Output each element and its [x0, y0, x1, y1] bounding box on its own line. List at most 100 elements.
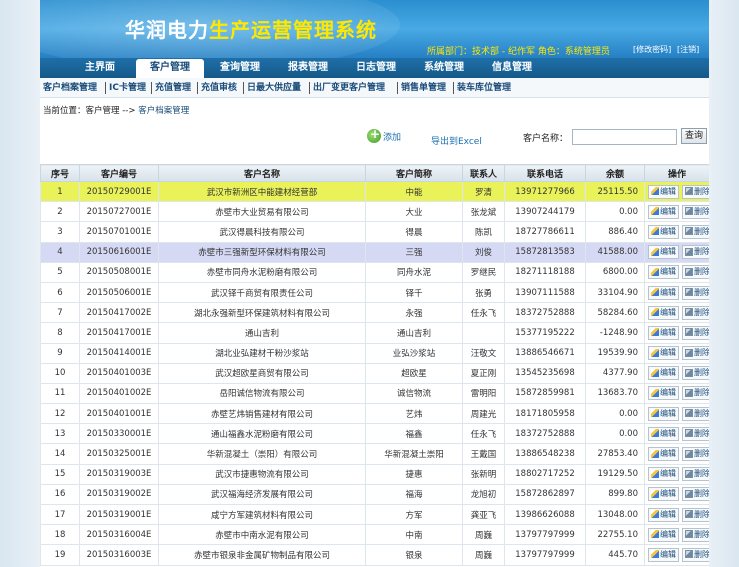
customer-name-search-input[interactable]: [572, 129, 677, 145]
delete-icon: [685, 187, 693, 196]
cell-code: 20150316004E: [79, 524, 159, 546]
logout-link[interactable]: [注销]: [677, 44, 699, 55]
cell-ops: 编辑 删除: [644, 342, 709, 364]
delete-button[interactable]: 删除: [682, 406, 709, 421]
edit-button[interactable]: 编辑: [648, 305, 679, 320]
edit-button[interactable]: 编辑: [648, 527, 679, 542]
edit-button[interactable]: 编辑: [648, 386, 679, 401]
edit-label: 编辑: [660, 489, 676, 499]
table-row[interactable]: 4 20150616001E 赤壁市三强新型环保材料有限公司 三强 刘俊 15872813…: [40, 241, 709, 263]
delete-button[interactable]: 删除: [682, 224, 709, 239]
delete-button[interactable]: 删除: [682, 325, 709, 340]
export-excel-link[interactable]: 导出到Excel: [431, 134, 482, 147]
delete-button[interactable]: 删除: [682, 507, 709, 522]
nav-item-log[interactable]: 日志管理: [344, 58, 408, 78]
cell-contact: 任永飞: [462, 423, 505, 445]
subnav-max-supply[interactable]: 日最大供应量: [247, 81, 301, 95]
subnav-sales-order[interactable]: 销售单管理: [401, 81, 446, 95]
edit-button[interactable]: 编辑: [648, 547, 679, 562]
table-row[interactable]: 7 20150417002E 湖北永强新型环保建筑材料有限公司 永强 任永飞 183727…: [40, 302, 709, 324]
delete-icon: [685, 489, 693, 498]
table-row[interactable]: 5 20150508001E 赤壁市同舟水泥粉磨有限公司 同舟水泥 罗继民 1827111…: [40, 261, 709, 283]
subnav-factory-change[interactable]: 出厂变更客户管理: [313, 81, 385, 95]
table-header-row: 序号 客户编号 客户名称 客户简称 联系人 联系电话 余额 操作: [40, 164, 709, 182]
nav-item-info[interactable]: 信息管理: [480, 58, 544, 78]
delete-button[interactable]: 删除: [682, 467, 709, 482]
search-button[interactable]: 查询: [681, 128, 707, 144]
table-row[interactable]: 1 20150729001E 武汉市新洲区中能建材经营部 中能 罗清 1397127796…: [40, 180, 709, 203]
edit-button[interactable]: 编辑: [648, 265, 679, 280]
subnav-ic-card[interactable]: IC卡管理: [109, 81, 146, 95]
edit-button[interactable]: 编辑: [648, 426, 679, 441]
delete-button[interactable]: 删除: [682, 366, 709, 381]
nav-item-report[interactable]: 报表管理: [276, 58, 340, 78]
edit-button[interactable]: 编辑: [648, 346, 679, 361]
subnav-customer-archive[interactable]: 客户档案管理: [43, 81, 97, 95]
customer-table: 序号 客户编号 客户名称 客户简称 联系人 联系电话 余额 操作 1 20150729001E 武…: [40, 164, 709, 566]
cell-contact: 周巍: [462, 524, 505, 546]
edit-button[interactable]: 编辑: [648, 467, 679, 482]
delete-button[interactable]: 删除: [682, 265, 709, 280]
edit-button[interactable]: 编辑: [648, 245, 679, 260]
cell-ops: 编辑 删除: [644, 423, 709, 445]
subnav-recharge-audit[interactable]: 充值审核: [201, 81, 237, 95]
delete-label: 删除: [694, 549, 709, 559]
table-row[interactable]: 19 20150316003E 赤壁市银泉非金属矿物制品有限公司 银泉 周巍 137977…: [40, 544, 709, 566]
subnav-recharge[interactable]: 充值管理: [155, 81, 191, 95]
table-row[interactable]: 16 20150319002E 武汉福海经济发展有限公司 福海 龙旭初 158728628…: [40, 483, 709, 506]
delete-button[interactable]: 删除: [682, 305, 709, 320]
delete-button[interactable]: 删除: [682, 285, 709, 300]
edit-button[interactable]: 编辑: [648, 224, 679, 239]
edit-button[interactable]: 编辑: [648, 406, 679, 421]
delete-button[interactable]: 删除: [682, 245, 709, 260]
delete-button[interactable]: 删除: [682, 447, 709, 462]
change-password-link[interactable]: [修改密码]: [633, 44, 671, 55]
table-row[interactable]: 18 20150316004E 赤壁市中南水泥有限公司 中南 周巍 13797797999…: [40, 524, 709, 546]
cell-phone: 18727786611: [504, 221, 586, 243]
edit-button[interactable]: 编辑: [648, 507, 679, 522]
edit-button[interactable]: 编辑: [648, 366, 679, 381]
edit-button[interactable]: 编辑: [648, 447, 679, 462]
delete-button[interactable]: 删除: [682, 184, 709, 199]
table-row[interactable]: 3 20150701001E 武汉得晨科技有限公司 得晨 陈凯 18727786611 88…: [40, 221, 709, 243]
nav-item-system[interactable]: 系统管理: [412, 58, 476, 78]
table-row[interactable]: 13 20150330001E 通山福鑫水泥粉磨有限公司 福鑫 任永飞 183727528…: [40, 423, 709, 445]
edit-button[interactable]: 编辑: [648, 204, 679, 219]
edit-label: 编辑: [660, 348, 676, 358]
table-row[interactable]: 12 20150401001E 赤壁艺炜销售建材有限公司 艺炜 周建光 181718059…: [40, 403, 709, 425]
table-row[interactable]: 17 20150319001E 咸宁方军建筑材料有限公司 方军 龚亚飞 139866260…: [40, 503, 709, 526]
edit-button[interactable]: 编辑: [648, 184, 679, 199]
column-header-name: 客户名称: [158, 164, 366, 182]
nav-item-query[interactable]: 查询管理: [208, 58, 272, 78]
cell-name: 武汉铎千商贸有限责任公司: [158, 281, 366, 304]
table-row[interactable]: 14 20150325001E 华新混凝土（崇阳）有限公司 华新混凝土崇阳 王戴国 138…: [40, 443, 709, 465]
delete-button[interactable]: 删除: [682, 487, 709, 502]
cell-short: 银泉: [365, 544, 463, 566]
delete-button[interactable]: 删除: [682, 527, 709, 542]
table-row[interactable]: 10 20150401003E 武汉超欧星商贸有限公司 超欧星 夏正刚 135452356…: [40, 362, 709, 384]
delete-button[interactable]: 删除: [682, 547, 709, 562]
delete-icon: [685, 510, 693, 519]
table-row[interactable]: 15 20150319003E 武汉市捷惠物流有限公司 捷惠 张新明 1880271725…: [40, 463, 709, 485]
table-row[interactable]: 6 20150506001E 武汉铎千商贸有限责任公司 铎千 张勇 13907111588…: [40, 281, 709, 304]
delete-button[interactable]: 删除: [682, 204, 709, 219]
table-row[interactable]: 8 20150417001E 通山吉利 通山吉利 15377195222 -1248.90…: [40, 322, 709, 344]
edit-button[interactable]: 编辑: [648, 325, 679, 340]
cell-phone: 13797797999: [504, 544, 586, 566]
delete-button[interactable]: 删除: [682, 346, 709, 361]
table-row[interactable]: 2 20150727001E 赤壁市大业贸易有限公司 大业 张龙斌 13907244179…: [40, 201, 709, 223]
edit-icon: [651, 187, 659, 196]
edit-button[interactable]: 编辑: [648, 487, 679, 502]
cell-seq: 9: [40, 342, 80, 364]
add-button[interactable]: 添加: [367, 127, 401, 145]
edit-button[interactable]: 编辑: [648, 285, 679, 300]
cell-short: 中能: [365, 180, 463, 203]
delete-button[interactable]: 删除: [682, 426, 709, 441]
table-row[interactable]: 11 20150401002E 岳阳诚信物流有限公司 诚信物流 雷明阳 158728599…: [40, 382, 709, 405]
nav-item-home[interactable]: 主界面: [68, 58, 132, 78]
table-row[interactable]: 9 20150414001E 湖北业弘建材干粉沙浆站 业弘沙浆站 汪敬文 13886546…: [40, 342, 709, 364]
nav-item-customer[interactable]: 客户管理: [136, 59, 204, 78]
cell-name: 通山吉利: [158, 322, 366, 344]
delete-button[interactable]: 删除: [682, 386, 709, 401]
subnav-loading-bay[interactable]: 装车库位管理: [457, 81, 511, 95]
